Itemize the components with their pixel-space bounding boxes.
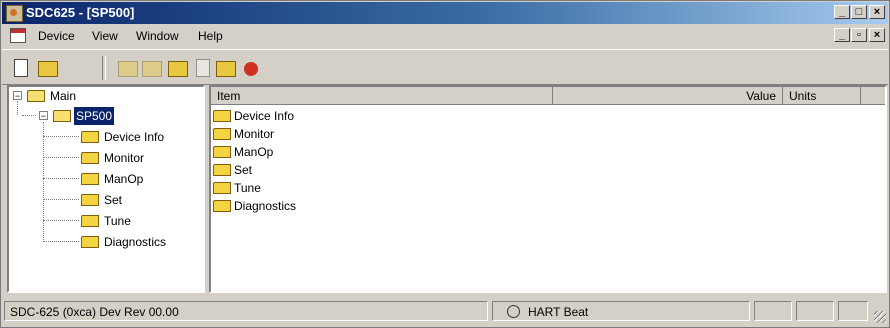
menu-view[interactable]: View	[92, 29, 118, 43]
device-tree[interactable]: − Main − SP500 Device Info Monitor ManOp…	[7, 85, 205, 293]
tree-expander[interactable]: −	[13, 91, 22, 101]
child-window-doc-icon[interactable]	[10, 28, 26, 43]
item-list[interactable]: Item Value Units Device Info Monitor Man…	[209, 85, 887, 293]
open-folder-icon	[53, 110, 71, 122]
column-header-filler	[861, 87, 885, 105]
tree-connector	[43, 199, 79, 200]
tree-connector	[43, 136, 79, 137]
minimize-button[interactable]: _	[834, 5, 850, 19]
folder-icon	[213, 146, 231, 158]
tree-node-tune[interactable]: Tune	[81, 212, 133, 230]
open-folder-icon[interactable]	[38, 61, 58, 77]
tree-connector	[43, 157, 79, 158]
list-item[interactable]: Set	[213, 161, 252, 179]
tree-connector	[43, 241, 79, 242]
tree-connector	[22, 115, 36, 116]
menu-help[interactable]: Help	[198, 29, 223, 43]
folder-icon	[81, 194, 99, 206]
list-item-label: Diagnostics	[234, 199, 297, 213]
status-device: SDC-625 (0xca) Dev Rev 00.00	[4, 301, 488, 321]
toolbar-separator	[102, 56, 106, 80]
app-icon[interactable]	[6, 5, 23, 22]
column-header-item[interactable]: Item	[211, 87, 553, 105]
child-restore-button[interactable]: ▫	[851, 28, 867, 42]
folder-icon	[27, 90, 45, 102]
tree-node-monitor[interactable]: Monitor	[81, 149, 146, 167]
tree-node-label: Tune	[104, 214, 131, 228]
folder-icon	[81, 173, 99, 185]
folder-icon	[81, 131, 99, 143]
tree-connector	[43, 220, 79, 221]
folder-icon	[81, 152, 99, 164]
tree-node-label: ManOp	[104, 172, 144, 186]
print-icon[interactable]	[196, 59, 210, 77]
tree-node-set[interactable]: Set	[81, 191, 124, 209]
list-item[interactable]: Device Info	[213, 107, 294, 125]
tree-connector	[43, 122, 44, 242]
tree-node-main[interactable]: Main	[27, 87, 78, 105]
folder-refresh-icon[interactable]	[216, 61, 236, 77]
status-pane	[838, 301, 868, 321]
tree-expander[interactable]: −	[39, 111, 48, 121]
window-title: SDC625 - [SP500]	[26, 5, 135, 20]
tree-node-label: Diagnostics	[104, 235, 167, 249]
tree-node-label: SP500	[74, 107, 115, 125]
child-minimize-button[interactable]: _	[834, 28, 850, 42]
list-item-label: ManOp	[234, 145, 274, 159]
resize-grip-icon[interactable]	[874, 311, 886, 323]
new-doc-icon[interactable]	[14, 59, 28, 77]
list-item[interactable]: Diagnostics	[213, 197, 296, 215]
folder-icon	[81, 215, 99, 227]
folder-icon	[213, 200, 231, 212]
status-heartbeat-label: HART Beat	[528, 305, 589, 319]
tree-node-label: Set	[104, 193, 123, 207]
tree-node-device[interactable]: SP500	[53, 107, 115, 125]
folder-icon	[213, 182, 231, 194]
list-item[interactable]: ManOp	[213, 143, 273, 161]
folder-icon	[213, 110, 231, 122]
folder-stop-icon[interactable]	[244, 62, 258, 76]
tree-node-device-info[interactable]: Device Info	[81, 128, 166, 146]
status-heartbeat: HART Beat	[492, 301, 750, 321]
menu-window[interactable]: Window	[136, 29, 179, 43]
title-bar[interactable]: SDC625 - [SP500] _ □ ×	[2, 2, 888, 24]
tree-node-label: Device Info	[104, 130, 165, 144]
main-window: SDC625 - [SP500] _ □ × Device View Windo…	[0, 0, 890, 328]
status-bar: SDC-625 (0xca) Dev Rev 00.00 HART Beat	[2, 297, 888, 325]
disabled-tool-icon[interactable]	[118, 61, 138, 77]
tree-node-manop[interactable]: ManOp	[81, 170, 145, 188]
list-item[interactable]: Tune	[213, 179, 261, 197]
heartbeat-indicator-icon	[507, 305, 520, 318]
child-close-button[interactable]: ×	[869, 28, 885, 42]
column-header-value[interactable]: Value	[553, 87, 783, 105]
folder-icon	[213, 164, 231, 176]
tree-node-label: Main	[50, 89, 77, 103]
folder-icon	[213, 128, 231, 140]
status-pane	[796, 301, 834, 321]
menu-bar: Device View Window Help _ ▫ ×	[2, 25, 888, 47]
tree-node-label: Monitor	[104, 151, 145, 165]
maximize-button[interactable]: □	[851, 5, 867, 19]
list-item[interactable]: Monitor	[213, 125, 274, 143]
column-header-units[interactable]: Units	[783, 87, 861, 105]
close-button[interactable]: ×	[869, 5, 885, 19]
tree-node-diagnostics[interactable]: Diagnostics	[81, 233, 168, 251]
list-item-label: Device Info	[234, 109, 295, 123]
tree-connector	[43, 178, 79, 179]
folder-icon	[81, 236, 99, 248]
list-item-label: Tune	[234, 181, 261, 195]
list-item-label: Monitor	[234, 127, 275, 141]
tree-connector	[17, 101, 18, 115]
toolbar	[2, 49, 888, 85]
disabled-tool-icon[interactable]	[142, 61, 162, 77]
menu-device[interactable]: Device	[38, 29, 75, 43]
list-item-label: Set	[234, 163, 253, 177]
folder-arrow-icon[interactable]	[168, 61, 188, 77]
status-pane	[754, 301, 792, 321]
